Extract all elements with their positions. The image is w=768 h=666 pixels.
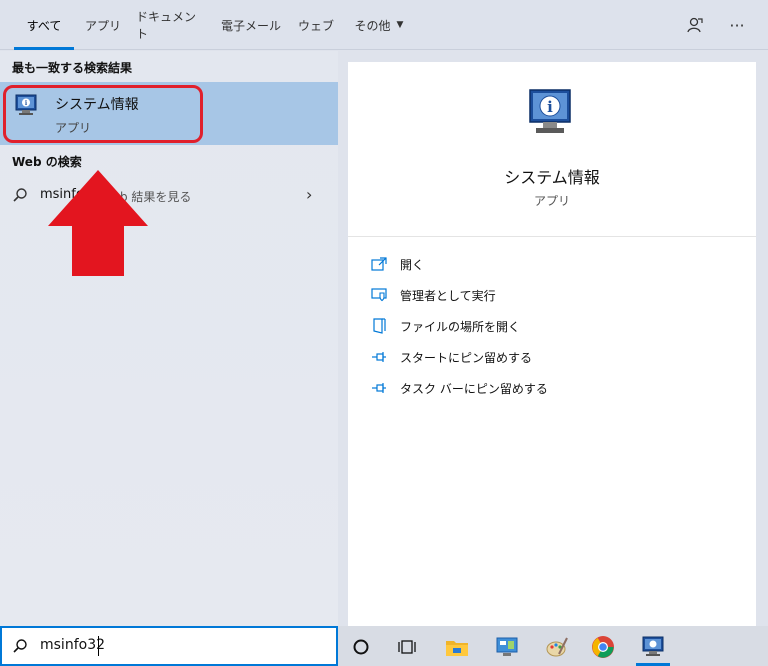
chevron-right-icon[interactable]: › [306,185,312,204]
action-pin-to-taskbar[interactable]: タスク バーにピン留めする [370,376,740,400]
annotation-arrow-icon [48,170,148,282]
best-match-title: システム情報 [55,97,139,113]
divider [348,236,756,237]
tab-documents[interactable]: ドキュメント [136,0,206,50]
open-icon [370,255,388,273]
control-panel-icon[interactable] [490,630,524,664]
tab-apps[interactable]: アプリ [80,0,126,50]
feedback-icon[interactable] [682,12,708,38]
detail-title: システム情報 [504,168,600,187]
detail-pane: i システム情報 アプリ 開く 管理者として実行 ファイルの場所を開く スタート… [348,62,756,626]
search-icon [12,638,28,658]
tab-all[interactable]: すべて [14,0,74,50]
best-match-heading: 最も一致する検索結果 [12,61,133,75]
search-icon [12,187,28,207]
action-open[interactable]: 開く [370,252,740,276]
search-input-value: msinfo32 [40,637,106,653]
tab-email[interactable]: 電子メール [218,0,284,50]
chrome-icon[interactable] [586,630,620,664]
best-match-subtitle: アプリ [55,121,92,135]
task-view-icon[interactable] [390,630,424,664]
pin-icon [370,348,388,366]
filter-tab-bar: すべて アプリ ドキュメント 電子メール ウェブ その他 ▼ ··· [0,0,768,50]
web-search-heading: Web の検索 [12,155,82,169]
action-run-as-admin[interactable]: 管理者として実行 [370,283,740,307]
pin-icon [370,379,388,397]
file-explorer-icon[interactable] [440,630,474,664]
paint-icon[interactable] [540,630,574,664]
more-options-icon[interactable]: ··· [724,12,750,38]
tab-web[interactable]: ウェブ [294,0,338,50]
text-caret [98,636,99,656]
folder-icon [370,317,388,335]
system-info-taskbar-icon[interactable] [636,630,670,664]
cortana-icon[interactable] [344,630,378,664]
action-open-file-location[interactable]: ファイルの場所を開く [370,314,740,338]
detail-subtitle: アプリ [533,194,570,208]
svg-text:i: i [547,98,553,116]
system-info-icon: i [14,93,40,117]
action-pin-to-start[interactable]: スタートにピン留めする [370,345,740,369]
shield-icon [370,286,388,304]
best-match-item[interactable] [0,82,338,145]
system-info-large-icon: i [524,86,578,140]
chevron-down-icon: ▼ [396,20,404,30]
results-pane: 最も一致する検索結果 i システム情報 アプリ Web の検索 msinfo b… [0,51,338,626]
tab-more[interactable]: その他 ▼ [348,0,410,50]
